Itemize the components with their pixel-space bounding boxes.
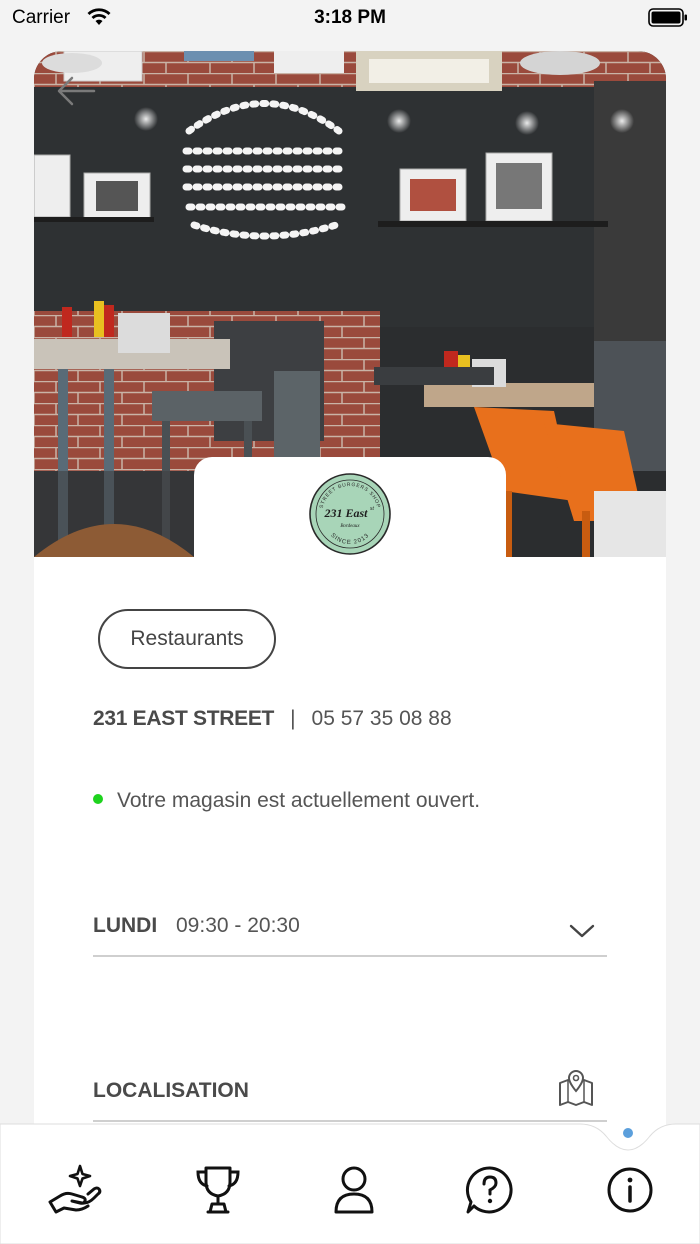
user-icon[interactable] [326,1162,382,1218]
store-card: STREET BURGERS SHOP 231 East st Bordeaux… [34,51,666,1244]
location-label: LOCALISATION [93,1079,249,1102]
open-status-text: Votre magasin est actuellement ouvert. [117,789,481,812]
logo-city-text: Bordeaux [340,524,360,529]
location-row: LOCALISATION [93,1069,607,1122]
hand-sparkle-icon[interactable] [46,1162,102,1218]
store-logo: STREET BURGERS SHOP 231 East st Bordeaux… [309,473,391,555]
hours-time: 09:30 - 20:30 [176,914,300,937]
store-name: 231 EAST STREET [93,707,275,730]
hours-day: LUNDI [93,914,158,937]
store-info-row: 231 EAST STREET | 05 57 35 08 88 [93,707,452,731]
clock: 3:18 PM [314,7,386,28]
logo-main-text: 231 East [323,506,368,520]
map-pin-icon[interactable] [557,1069,595,1109]
open-status-dot [93,794,103,804]
back-arrow-icon[interactable] [54,73,98,109]
logo-suffix-text: st [370,506,374,512]
battery-icon [648,8,687,27]
status-bar: Carrier 3:18 PM [0,0,700,36]
logo-tab: STREET BURGERS SHOP 231 East st Bordeaux… [194,457,506,561]
store-phone-link[interactable]: 05 57 35 08 88 [312,707,452,730]
info-icon[interactable] [602,1162,658,1218]
opening-hours-dropdown[interactable]: LUNDI 09:30 - 20:30 [93,907,607,957]
open-status: Votre magasin est actuellement ouvert. [93,789,480,813]
trophy-icon[interactable] [190,1162,246,1218]
help-bubble-icon[interactable] [462,1162,518,1218]
bottom-nav [0,1122,700,1244]
active-tab-indicator [623,1128,633,1138]
chevron-down-icon[interactable] [569,923,595,939]
info-separator: | [290,707,296,730]
category-chip[interactable]: Restaurants [98,609,276,669]
